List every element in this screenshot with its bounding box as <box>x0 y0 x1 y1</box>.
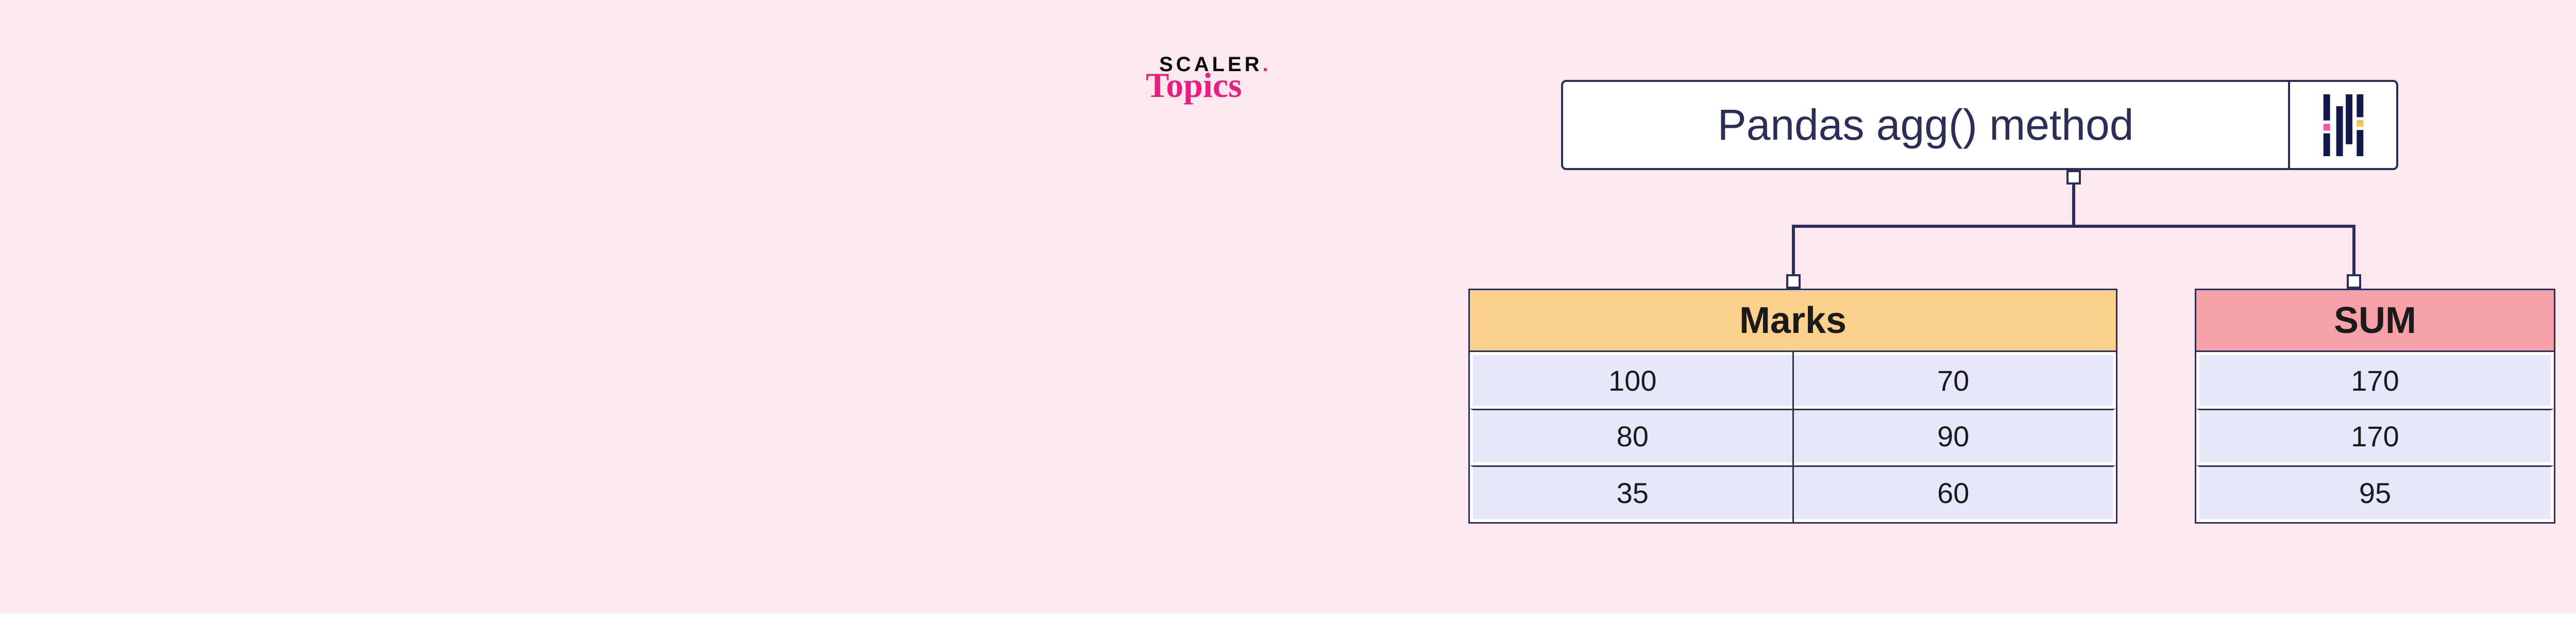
sum-cell: 170 <box>2196 352 2554 409</box>
title-text: Pandas agg() method <box>1563 82 2288 168</box>
sum-cell: 95 <box>2196 465 2554 522</box>
pandas-logo-icon <box>2319 94 2368 156</box>
sum-cell: 170 <box>2196 409 2554 465</box>
connector-node-left <box>1786 274 1801 289</box>
diagram-canvas: SCALER. Topics Pandas agg() method Marks <box>0 0 2576 613</box>
table-row: 170 <box>2196 409 2554 465</box>
title-box: Pandas agg() method <box>1561 80 2398 170</box>
marks-table: Marks 100 70 80 90 35 60 <box>1468 289 2117 524</box>
connector-node-right <box>2347 274 2361 289</box>
marks-table-col-divider <box>1792 352 1794 522</box>
sum-table-body: 170 170 95 <box>2196 352 2554 522</box>
scaler-topics-logo: SCALER. Topics <box>1159 54 1268 103</box>
marks-cell: 80 <box>1470 409 1794 465</box>
connector-vline-left <box>1792 225 1795 275</box>
connector-hbar <box>1792 225 2355 228</box>
brand-dot-icon: . <box>1262 53 1268 76</box>
connector-node-top <box>2066 170 2081 185</box>
table-row: 170 <box>2196 352 2554 409</box>
sum-table: SUM 170 170 95 <box>2195 289 2555 524</box>
marks-cell: 60 <box>1794 465 2116 522</box>
marks-cell: 35 <box>1470 465 1794 522</box>
marks-table-header: Marks <box>1470 290 2116 352</box>
marks-cell: 90 <box>1794 409 2116 465</box>
marks-cell: 70 <box>1794 352 2116 409</box>
table-row: 95 <box>2196 465 2554 522</box>
connector-vline-right <box>2352 225 2355 275</box>
title-icon-cell <box>2288 82 2396 168</box>
connector-vstub-top <box>2072 185 2075 226</box>
sum-table-header: SUM <box>2196 290 2554 352</box>
marks-cell: 100 <box>1470 352 1794 409</box>
